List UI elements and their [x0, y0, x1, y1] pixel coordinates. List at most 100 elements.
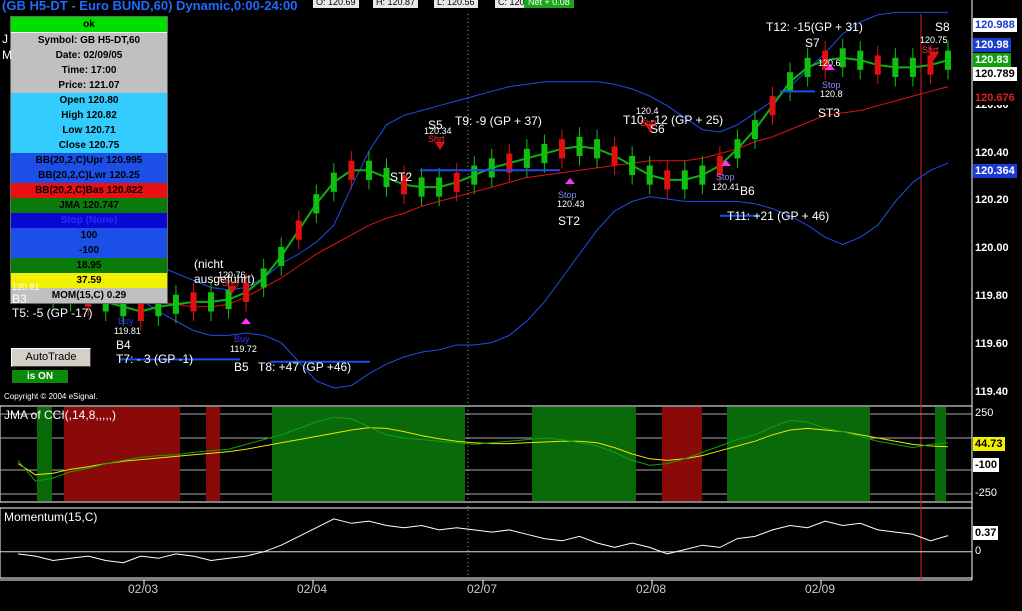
signal-label: Shrt: [640, 118, 657, 128]
signal-label: 120.8: [820, 89, 843, 99]
candle-body: [611, 146, 618, 166]
candle-body: [646, 165, 653, 185]
candle-body: [839, 48, 846, 68]
trade-annotation: T8: +47 (GP +46): [258, 360, 352, 374]
trade-annotation: S7: [805, 36, 820, 50]
info-row: Open 120.80: [11, 93, 167, 108]
trade-annotation: S8: [935, 20, 950, 34]
info-row: Close 120.75: [11, 138, 167, 153]
candle-body: [278, 246, 285, 267]
date-tick-label: 02/04: [297, 582, 328, 596]
info-row: Low 120.71: [11, 123, 167, 138]
signal-label: 120.4: [636, 106, 659, 116]
trade-annotation: B5: [234, 360, 249, 374]
candle-body: [734, 139, 741, 159]
signal-label: 120.41: [712, 182, 740, 192]
signal-label: Shrt: [428, 134, 445, 144]
date-tick-label: 02/03: [128, 582, 159, 596]
info-row: Date: 02/09/05: [11, 48, 167, 63]
info-row: Time: 17:00: [11, 63, 167, 78]
signal-label: Stop: [558, 190, 577, 200]
signal-label: Shrt: [922, 45, 939, 55]
signal-label: Buy: [118, 316, 134, 326]
trade-annotation: ST2: [558, 214, 581, 228]
price-tag: 120.364: [973, 164, 1017, 178]
candle-body: [576, 136, 583, 156]
candle-body: [330, 172, 337, 192]
cci-tick: -250: [975, 487, 998, 499]
candle-body: [892, 57, 899, 77]
price-tick: 120.20: [975, 194, 1009, 207]
candle-body: [594, 139, 601, 159]
candle-body: [172, 294, 179, 314]
cci-panel-label: JMA of CCI(,14,8,,,,,): [4, 408, 117, 422]
trade-annotation: T11: +21 (GP + 46): [727, 209, 830, 223]
signal-label: Stop: [716, 172, 735, 182]
candle-body: [260, 268, 267, 288]
candle-body: [137, 301, 144, 322]
chart-window: { "title": "(GB H5-DT - Euro BUND,60) Dy…: [0, 0, 1022, 611]
info-row: Symbol: GB H5-DT,60: [11, 33, 167, 48]
candle-body: [945, 50, 951, 70]
info-row: BB(20,2,C)Bas 120.622: [11, 183, 167, 198]
info-row: Price: 121.07: [11, 78, 167, 93]
trade-annotation: B3: [12, 292, 27, 306]
cursor-info-box: ok Symbol: GB H5-DT,60 Date: 02/09/05 Time…: [10, 16, 168, 304]
info-row: BB(20,2,C)Lwr 120.25: [11, 168, 167, 183]
momentum-tag: 0.37: [973, 526, 999, 540]
price-tick: 120.00: [975, 242, 1009, 255]
candle-body: [558, 139, 565, 159]
trade-annotation: B6: [740, 184, 755, 198]
candle-body: [348, 160, 355, 180]
candle-body: [699, 165, 706, 185]
trade-annotation: B4: [116, 338, 131, 352]
candle-body: [909, 57, 916, 77]
price-tick: 119.40: [975, 385, 1009, 398]
trade-annotation: T12: -15(GP + 31): [766, 20, 863, 34]
candle-body: [436, 177, 443, 197]
cci-tag: 44.73: [973, 437, 1005, 451]
open-readout: O: 120.69: [313, 0, 359, 8]
date-tick-label: 02/07: [467, 582, 498, 596]
trade-annotation: M: [2, 48, 12, 62]
momentum-tick: 0: [975, 544, 982, 557]
price-tick: 119.80: [975, 290, 1009, 303]
trade-annotation: J: [2, 32, 8, 46]
candle-body: [190, 292, 197, 312]
cci-zone: [532, 407, 636, 501]
candle-body: [488, 158, 495, 178]
autotrade-button[interactable]: AutoTrade: [11, 348, 91, 367]
price-tag: 120.988: [973, 18, 1017, 32]
price-tick: 119.60: [975, 337, 1009, 350]
cci-zone: [206, 407, 220, 501]
candle-body: [751, 120, 758, 140]
ok-button[interactable]: ok: [11, 17, 167, 33]
candle-body: [225, 289, 232, 310]
signal-label: 120.43: [557, 199, 585, 209]
cci-tag: -100: [973, 458, 1000, 472]
info-row: -100: [11, 243, 167, 258]
info-row: JMA 120.747: [11, 198, 167, 213]
trade-annotation: ST3: [818, 106, 841, 120]
trade-annotation: (nicht: [194, 257, 224, 271]
candle-body: [365, 160, 372, 180]
candle-body: [769, 96, 776, 116]
candle-body: [383, 167, 390, 188]
price-tag: 120.98: [973, 38, 1011, 52]
date-tick-label: 02/09: [805, 582, 836, 596]
candle-body: [208, 292, 215, 312]
date-tick-label: 02/08: [636, 582, 667, 596]
trade-annotation: ST2: [390, 170, 413, 184]
candle-body: [471, 165, 478, 185]
candle-body: [313, 194, 320, 214]
trade-annotation: T5: -5 (GP -17): [12, 306, 93, 320]
candle-body: [787, 72, 794, 92]
candle-body: [664, 170, 671, 190]
candle-body: [453, 172, 460, 192]
cci-zone: [662, 407, 702, 501]
candle-body: [629, 155, 636, 176]
signal-label: 119.72: [230, 344, 257, 354]
price-tick: 120.40: [975, 146, 1009, 159]
info-row: 100: [11, 228, 167, 243]
net-change-badge: Net + 0.08: [524, 0, 574, 8]
